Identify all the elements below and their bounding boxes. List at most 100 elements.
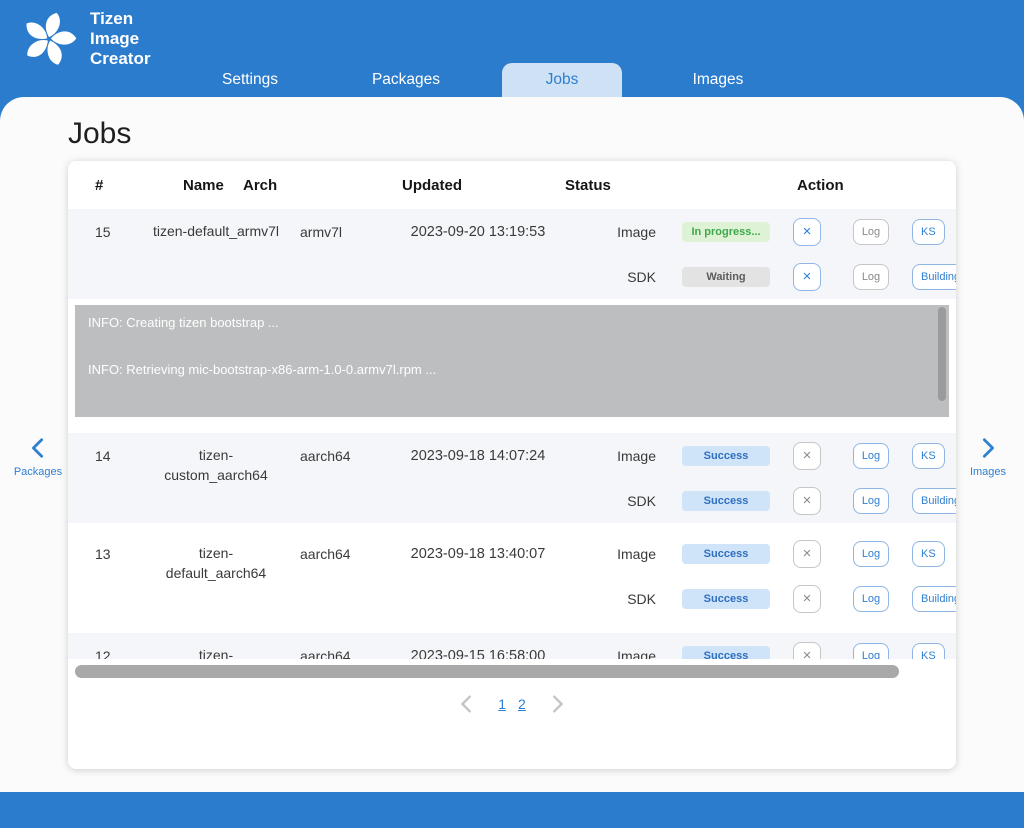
job-row-15: 15 tizen-default_armv7l armv7l 2023-09-2…	[68, 209, 956, 299]
page-links: 1 2	[498, 696, 526, 712]
tizen-pinwheel-logo-icon	[18, 6, 80, 72]
subrow-kind-label: SDK	[578, 576, 674, 621]
close-icon: ×	[803, 647, 812, 659]
pagination: 1 2	[68, 693, 956, 715]
ks-button[interactable]: KS	[912, 643, 945, 660]
job-name: tizen-default_aarch64	[150, 531, 282, 621]
job-id: 15	[68, 209, 150, 254]
log-vertical-scrollbar[interactable]	[938, 307, 946, 401]
page-link-2[interactable]: 2	[518, 696, 526, 712]
column-header-name: Name	[183, 177, 224, 194]
log-button[interactable]: Log	[853, 488, 889, 514]
job-arch: armv7l	[282, 209, 378, 254]
subrow-kind-label: Image	[578, 633, 674, 659]
log-button[interactable]: Log	[853, 443, 889, 469]
table-horizontal-scrollbar[interactable]	[75, 665, 899, 678]
brand: Tizen Image Creator	[18, 6, 150, 72]
pagination-prev-icon[interactable]	[456, 693, 478, 715]
main-nav: Settings Packages Jobs Images	[172, 63, 796, 97]
cancel-button[interactable]: ×	[793, 218, 821, 246]
job-updated: 2023-09-18 14:07:24	[378, 433, 578, 478]
job-id: 14	[68, 433, 150, 478]
job-name: tizen-custom_aarch64	[150, 433, 282, 523]
tab-jobs[interactable]: Jobs	[502, 63, 622, 97]
status-badge: Success	[682, 544, 770, 564]
log-button[interactable]: Log	[853, 264, 889, 290]
job-updated: 2023-09-20 13:19:53	[378, 209, 578, 254]
column-header-number: #	[95, 177, 103, 194]
job-row-13: 13 tizen-default_aarch64 aarch64 2023-09…	[68, 531, 956, 621]
job-id: 13	[68, 531, 150, 576]
job-updated: 2023-09-15 16:58:00	[378, 633, 578, 659]
column-header-updated: Updated	[402, 177, 462, 194]
log-button[interactable]: Log	[853, 643, 889, 660]
cancel-button[interactable]: ×	[793, 540, 821, 568]
subrow-kind-label: SDK	[578, 254, 674, 299]
subrow-kind-label: Image	[578, 209, 674, 254]
status-badge: Success	[682, 589, 770, 609]
side-nav-packages[interactable]: Packages	[8, 437, 68, 478]
log-button[interactable]: Log	[853, 541, 889, 567]
job-name: tizen-	[150, 633, 282, 659]
jobs-table-header: # Name Arch Updated Status Action	[68, 161, 956, 209]
side-nav-label: Images	[958, 466, 1018, 478]
ks-button[interactable]: KS	[912, 219, 945, 245]
chevron-right-icon	[977, 437, 999, 459]
side-nav-images[interactable]: Images	[958, 437, 1018, 478]
chevron-left-icon	[27, 437, 49, 459]
cancel-button[interactable]: ×	[793, 263, 821, 291]
job-row-14: 14 tizen-custom_aarch64 aarch64 2023-09-…	[68, 433, 956, 523]
close-icon: ×	[803, 268, 812, 285]
cancel-button[interactable]: ×	[793, 642, 821, 660]
status-badge: In progress...	[682, 222, 770, 242]
column-header-action: Action	[797, 177, 844, 194]
ks-button[interactable]: KS	[912, 541, 945, 567]
close-icon: ×	[803, 492, 812, 509]
job-updated: 2023-09-18 13:40:07	[378, 531, 578, 576]
log-line: INFO: Creating tizen bootstrap ...	[88, 315, 925, 330]
cancel-button[interactable]: ×	[793, 585, 821, 613]
close-icon: ×	[803, 447, 812, 464]
main-panel: Jobs # Name Arch Updated Status Action 1…	[0, 97, 1024, 792]
building-button[interactable]: Building...	[912, 586, 956, 612]
close-icon: ×	[803, 223, 812, 240]
log-button[interactable]: Log	[853, 586, 889, 612]
column-header-arch: Arch	[243, 177, 277, 194]
subrow-kind-label: Image	[578, 433, 674, 478]
job-arch: aarch64	[282, 433, 378, 478]
status-badge: Waiting	[682, 267, 770, 287]
cancel-button[interactable]: ×	[793, 487, 821, 515]
ks-button[interactable]: KS	[912, 443, 945, 469]
job-name: tizen-default_armv7l	[150, 209, 282, 299]
cancel-button[interactable]: ×	[793, 442, 821, 470]
job-log-output[interactable]: INFO: Creating tizen bootstrap ... INFO:…	[75, 305, 949, 417]
app-header: Tizen Image Creator Settings Packages Jo…	[0, 0, 1024, 97]
status-badge: Success	[682, 491, 770, 511]
log-line: INFO: Retrieving mic-bootstrap-x86-arm-1…	[88, 362, 925, 377]
side-nav-label: Packages	[8, 466, 68, 478]
page-link-1[interactable]: 1	[498, 696, 506, 712]
close-icon: ×	[803, 545, 812, 562]
job-log-wrapper: INFO: Creating tizen bootstrap ... INFO:…	[75, 305, 949, 417]
job-row-12: 12 tizen- aarch64 2023-09-15 16:58:00 Im…	[68, 633, 956, 659]
status-badge: Success	[682, 646, 770, 660]
tab-images[interactable]: Images	[640, 63, 796, 97]
app-title: Tizen Image Creator	[90, 9, 150, 69]
tab-settings[interactable]: Settings	[172, 63, 328, 97]
subrow-kind-label: SDK	[578, 478, 674, 523]
tab-packages[interactable]: Packages	[328, 63, 484, 97]
job-id: 12	[68, 633, 150, 659]
subrow-kind-label: Image	[578, 531, 674, 576]
log-button[interactable]: Log	[853, 219, 889, 245]
pagination-next-icon[interactable]	[546, 693, 568, 715]
building-button[interactable]: Building...	[912, 488, 956, 514]
status-badge: Success	[682, 446, 770, 466]
close-icon: ×	[803, 590, 812, 607]
building-button[interactable]: Building...	[912, 264, 956, 290]
column-header-status: Status	[565, 177, 611, 194]
job-arch: aarch64	[282, 531, 378, 576]
page-title: Jobs	[68, 117, 1024, 151]
bottom-bar	[0, 792, 1024, 828]
job-arch: aarch64	[282, 633, 378, 659]
jobs-card: # Name Arch Updated Status Action 15 tiz…	[68, 161, 956, 769]
